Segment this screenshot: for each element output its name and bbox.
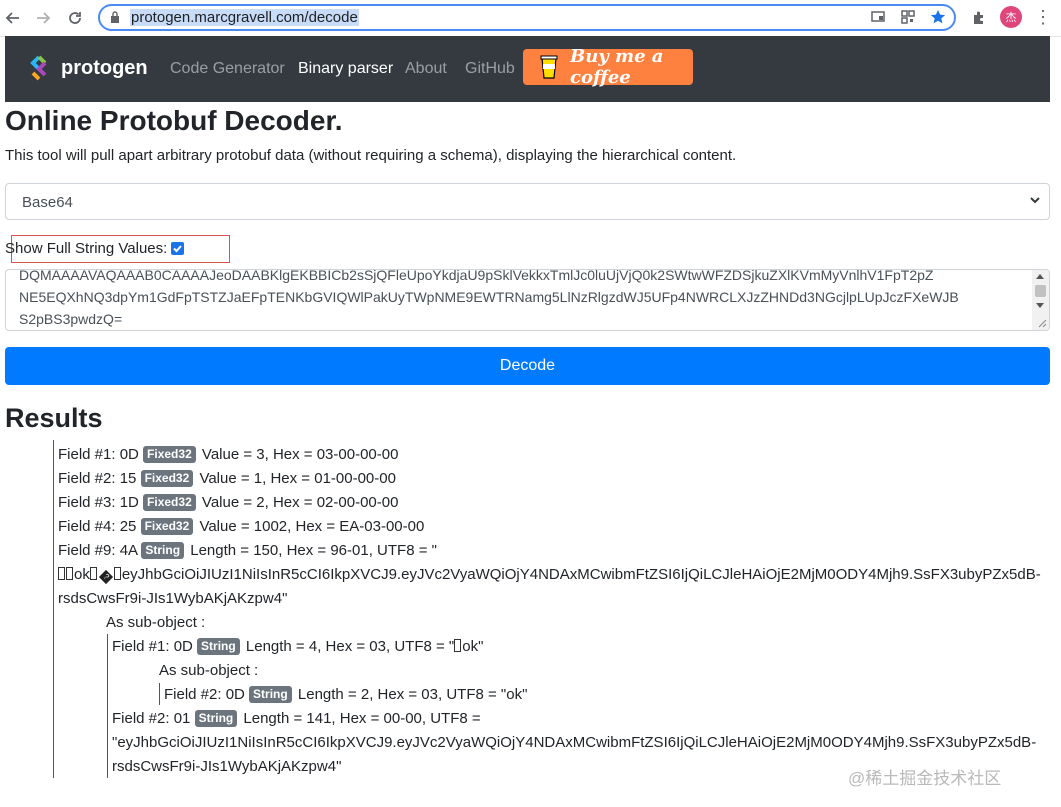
scroll-down-icon[interactable]	[1036, 303, 1044, 308]
result-field-1: Field #1: 0D Fixed32 Value = 3, Hex = 03…	[58, 446, 399, 463]
nav-link-github[interactable]: GitHub	[465, 60, 515, 78]
nav-link-code-generator[interactable]: Code Generator	[170, 60, 285, 78]
profile-avatar[interactable]: 杰	[1000, 6, 1022, 28]
sub-field-2-value-cont: rsdsCwsFr9i-JIs1WybAKjAKzpw4"	[112, 758, 342, 775]
watermark: @稀土掘金技术社区	[848, 769, 1002, 788]
tree-guide-line	[107, 634, 108, 778]
results-heading: Results	[5, 403, 103, 433]
result-field-2: Field #2: 15 Fixed32 Value = 1, Hex = 01…	[58, 470, 396, 487]
replacement-glyph	[58, 567, 65, 580]
replacement-diamond-icon: ?	[98, 569, 113, 585]
resize-handle-icon[interactable]	[1037, 318, 1047, 328]
browser-toolbar: protogen.marcgravell.com/decode 杰 ⋮	[0, 0, 1061, 37]
brand[interactable]: protogen	[25, 54, 148, 82]
brand-name: protogen	[61, 56, 148, 79]
protogen-logo-icon	[25, 54, 53, 82]
type-badge: Fixed32	[140, 518, 194, 535]
scroll-thumb[interactable]	[1035, 285, 1046, 297]
encoding-select[interactable]: Base64	[5, 183, 1050, 220]
type-badge: Fixed32	[143, 494, 196, 511]
show-full-strings-row: Show Full String Values:	[5, 240, 185, 257]
sub-sub-field-2: Field #2: 0D String Length = 2, Hex = 03…	[164, 686, 528, 703]
sub-object-label: As sub-object :	[159, 662, 259, 679]
tree-guide-line	[53, 440, 54, 778]
scroll-up-icon[interactable]	[1036, 274, 1044, 279]
nav-link-about[interactable]: About	[405, 60, 447, 78]
input-textarea[interactable]: DQMAAAAVAQAAAB0CAAAAJeoDAABKlgEKBBICb2sS…	[5, 269, 1050, 331]
address-bar[interactable]: protogen.marcgravell.com/decode	[98, 4, 956, 31]
type-badge: String	[249, 686, 292, 703]
type-badge: String	[194, 710, 238, 727]
url-text: protogen.marcgravell.com/decode	[130, 9, 359, 26]
tree-guide-line	[159, 683, 160, 705]
replacement-glyph	[89, 567, 97, 580]
lock-icon	[111, 11, 119, 23]
type-badge: Fixed32	[143, 446, 196, 463]
type-badge: String	[197, 638, 240, 655]
show-full-strings-checkbox[interactable]	[171, 242, 185, 255]
sub-object-label: As sub-object :	[106, 614, 206, 631]
coffee-label: Buy me a coffee	[570, 46, 664, 88]
decode-button[interactable]: Decode	[5, 347, 1050, 385]
sub-field-2-value: "eyJhbGciOiJIUzI1NiIsInR5cCI6IkpXVCJ9.ey…	[112, 734, 1037, 751]
result-field-9-value-cont: rsdsCwsFr9i-JIs1WybAKjAKzpw4"	[58, 590, 288, 607]
page-title: Online Protobuf Decoder.	[5, 105, 343, 136]
type-badge: Fixed32	[140, 470, 194, 487]
result-field-4: Field #4: 25 Fixed32 Value = 1002, Hex =…	[58, 518, 425, 535]
sub-field-1: Field #1: 0D String Length = 4, Hex = 03…	[112, 638, 484, 655]
page-description: This tool will pull apart arbitrary prot…	[5, 147, 737, 164]
coffee-cup-icon	[538, 54, 560, 80]
result-field-9-value: ok? eyJhbGciOiJIUzI1NiIsInR5cCI6IkpXVCJ9.…	[58, 566, 1041, 585]
extensions-icon[interactable]	[968, 7, 990, 29]
replacement-glyph	[66, 567, 73, 580]
menu-kebab-icon[interactable]: ⋮	[1034, 7, 1052, 29]
result-field-3: Field #3: 1D Fixed32 Value = 2, Hex = 02…	[58, 494, 399, 511]
input-line: DQMAAAAVAQAAAB0CAAAAJeoDAABKlgEKBBICb2sS…	[19, 269, 934, 283]
input-line: S2pBS3pwdzQ=	[19, 311, 123, 327]
reload-icon[interactable]	[64, 7, 86, 29]
forward-icon[interactable]	[32, 7, 54, 29]
qr-code-icon[interactable]	[900, 9, 916, 30]
encoding-select-value: Base64	[22, 194, 73, 211]
buy-me-a-coffee-button[interactable]: Buy me a coffee	[523, 46, 693, 88]
cast-icon[interactable]	[870, 9, 886, 30]
input-line: NE5EQXhNQ3dpYm1GdFpTSTZJaEFpTENKbGVIQWlP…	[19, 289, 959, 305]
chevron-down-icon	[1030, 197, 1040, 204]
replacement-glyph	[113, 567, 121, 580]
sub-field-2: Field #2: 01 String Length = 141, Hex = …	[112, 710, 481, 727]
show-full-strings-label: Show Full String Values:	[5, 240, 168, 257]
bookmark-star-icon[interactable]	[930, 9, 946, 30]
site-navbar: protogen Code Generator Binary parser Ab…	[5, 36, 1050, 102]
result-field-9: Field #9: 4A String Length = 150, Hex = …	[58, 542, 437, 559]
back-icon[interactable]	[2, 7, 24, 29]
nav-link-binary-parser[interactable]: Binary parser	[298, 60, 393, 78]
type-badge: String	[141, 542, 185, 559]
replacement-glyph	[454, 639, 462, 652]
